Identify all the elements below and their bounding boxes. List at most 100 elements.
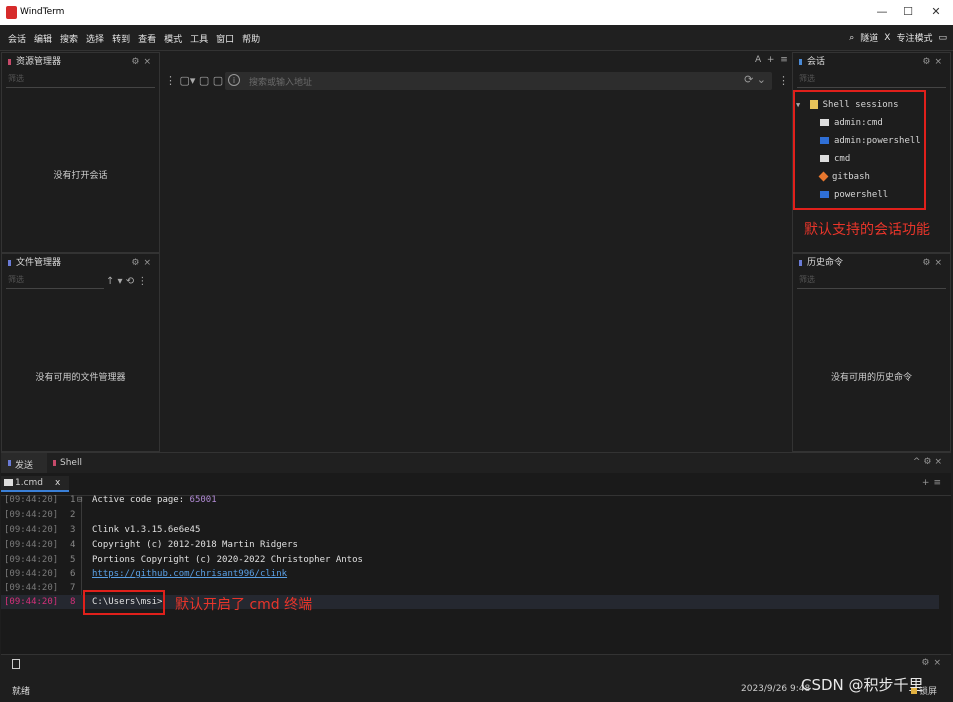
session-item-powershell[interactable]: powershell [820,190,888,200]
session-item-cmd[interactable]: cmd [820,154,850,164]
bottom-tab-bar: 发送 Shell ^⚙× [1,453,951,473]
menu-help[interactable]: 帮助 [242,32,260,45]
toolbar-top-icons[interactable]: A + ≡ [755,55,788,65]
file-manager-empty-text: 没有可用的文件管理器 [35,373,126,383]
terminal-line: [09:44:20] [4,569,59,579]
file-nav-icons[interactable]: ↑ ▾ ⟲ ⋮ [106,276,147,287]
status-datetime: 2023/9/26 9:48 [741,684,811,694]
terminal-annotation: 默认开启了 cmd 终端 [175,597,313,613]
lock-screen-button[interactable]: 锁屏 [911,684,937,697]
terminal-text: Clink v1.3.15.6e6e45 [92,525,201,535]
terminal-area: 发送 Shell ^⚙× 1.cmd x +≡ [1,452,951,654]
menu-search[interactable]: 搜索 [60,32,78,45]
explorer-empty-text: 没有打开会话 [53,171,108,181]
panel-marker-icon [799,59,802,65]
tab-close-icon[interactable]: x [55,478,60,488]
address-bar[interactable]: i 搜索或输入地址 ⟳ ⌄ [225,72,772,90]
terminal-line: [09:44:20] [4,583,59,593]
file-manager-panel: 文件管理器 ⚙× 筛选 ↑ ▾ ⟲ ⋮ 没有可用的文件管理器 [1,253,160,452]
terminal-prompt[interactable]: C:\Users\msi> [92,597,162,607]
terminal-text: Copyright (c) 2012-2018 Martin Ridgers [92,540,298,550]
cmd-icon [820,119,829,126]
title-bar: WindTerm — ☐ ✕ [0,0,953,25]
send-document-icon[interactable] [12,659,20,669]
history-empty-text: 没有可用的历史命令 [830,373,912,383]
minimize-button[interactable]: — [870,4,894,20]
menu-view[interactable]: 查看 [138,32,156,45]
tab-shell[interactable]: Shell [51,453,97,473]
gutter-line [81,497,82,597]
history-panel: 历史命令 ⚙× 筛选 没有可用的历史命令 [792,253,951,452]
terminal-line: [09:44:20] [4,525,59,535]
tunnel-button[interactable]: 隧道 [860,31,878,44]
menu-goto[interactable]: 转到 [112,32,130,45]
panel-marker-icon [799,260,802,266]
file-manager-title: 文件管理器 [16,258,62,268]
menu-bar: 会话 编辑 搜索 选择 转到 查看 模式 工具 窗口 帮助 ⌕ 隧道 X 专注模… [0,25,953,51]
maximize-button[interactable]: ☐ [896,4,920,20]
menu-mode[interactable]: 模式 [164,32,182,45]
panel-marker-icon [8,59,11,65]
terminal-line: [09:44:20] [4,540,59,550]
more-icon[interactable]: ⋮ [778,74,789,87]
app-logo-icon [6,6,17,19]
focus-mode-button[interactable]: 专注模式 [896,31,932,44]
folder-icon [809,100,818,109]
menu-window[interactable]: 窗口 [216,32,234,45]
bottom-panel-controls[interactable]: ^⚙× [913,457,945,467]
tab-send[interactable]: 发送 [1,453,47,473]
menu-tools[interactable]: 工具 [190,32,208,45]
chevron-down-icon[interactable]: ▼ [796,101,800,109]
window-title: WindTerm [20,7,65,17]
layout-icon[interactable]: ▭ [938,33,947,43]
lock-icon [911,688,917,694]
clink-link[interactable]: https://github.com/chrisant996/clink [92,569,287,579]
file-manager-filter-input[interactable]: 筛选 [6,272,104,289]
menu-session[interactable]: 会话 [8,32,26,45]
panel-settings-icon[interactable]: ⚙× [131,254,155,272]
explorer-title: 资源管理器 [16,57,62,67]
refresh-icon[interactable]: ⟳ ⌄ [744,73,766,86]
git-icon [818,171,829,182]
terminal-line: [09:44:20] [4,597,59,607]
status-ready: 就绪 [12,687,31,697]
panel-settings-icon[interactable]: ⚙× [922,254,946,272]
tree-group-shell-sessions[interactable]: ▼ Shell sessions [796,100,899,110]
terminal-line: [09:44:20] [4,495,59,505]
address-input[interactable]: 搜索或输入地址 [249,75,312,88]
history-title: 历史命令 [807,258,844,268]
panel-settings-icon[interactable]: ⚙× [131,53,155,71]
history-filter-input[interactable]: 筛选 [797,272,946,289]
fold-icon[interactable]: ⊟ [77,495,82,505]
cmd-icon [4,479,13,486]
menu-edit[interactable]: 编辑 [34,32,52,45]
terminal-tab-controls[interactable]: +≡ [922,478,945,488]
panel-settings-icon[interactable]: ⚙× [922,53,946,71]
terminal-text: Active code page: 65001 [92,495,217,505]
sessions-title: 会话 [807,57,826,67]
close-button[interactable]: ✕ [924,4,948,20]
sessions-filter-input[interactable]: 筛选 [797,71,946,88]
send-panel-controls[interactable]: ⚙× [921,658,945,668]
menu-select[interactable]: 选择 [86,32,104,45]
explorer-panel: 资源管理器 ⚙× 筛选 没有打开会话 [1,52,160,253]
powershell-icon [820,191,829,198]
terminal-text: Portions Copyright (c) 2020-2022 Christo… [92,555,363,565]
sessions-annotation: 默认支持的会话功能 [804,222,930,238]
search-icon[interactable]: ⌕ [849,33,854,43]
terminal-tab-1cmd[interactable]: 1.cmd x [1,476,69,492]
session-item-admin-powershell[interactable]: admin:powershell [820,136,921,146]
powershell-icon [820,137,829,144]
explorer-filter-input[interactable]: 筛选 [6,71,155,88]
main-area: A + ≡ ⋮ ▢▾ ▢ ▢ i 搜索或输入地址 ⟳ ⌄ ⋮ [161,52,792,452]
info-icon: i [228,74,240,86]
x-button[interactable]: X [884,33,890,43]
cmd-icon [820,155,829,162]
session-item-gitbash[interactable]: gitbash [818,171,870,182]
terminal-line: [09:44:20] [4,555,59,565]
session-item-admin-cmd[interactable]: admin:cmd [820,118,883,128]
panel-marker-icon [8,260,11,266]
terminal-line: [09:44:20] [4,510,59,520]
toolbar-left-icons[interactable]: ⋮ ▢▾ ▢ ▢ [165,74,223,87]
watermark-text: CSDN @积步千里 [801,676,924,694]
